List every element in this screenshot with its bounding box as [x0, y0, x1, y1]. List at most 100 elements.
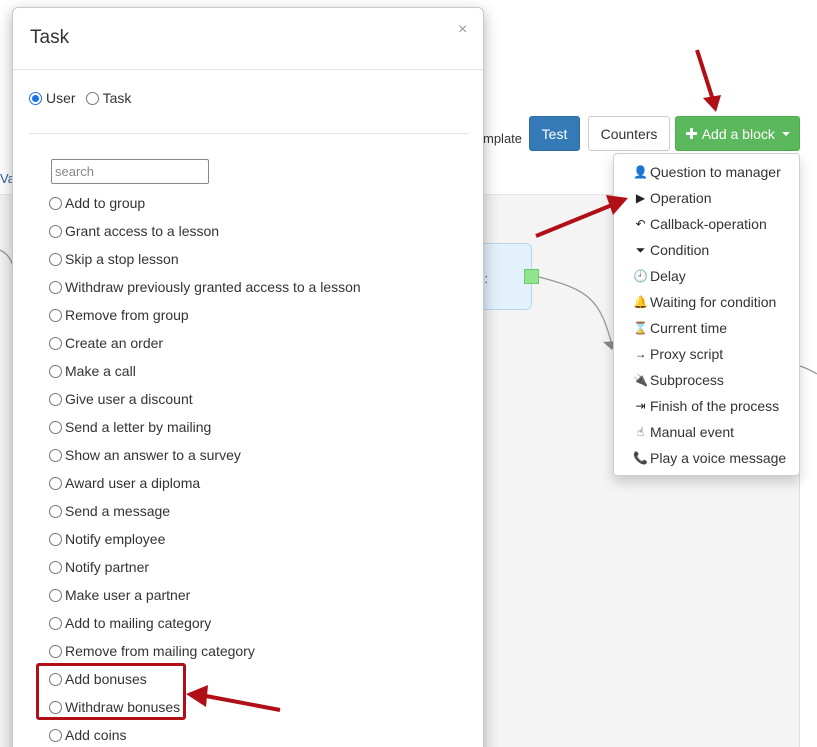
radio-button[interactable]: [49, 532, 62, 546]
radio-button[interactable]: [49, 588, 62, 602]
dropdown-item-label: Manual event: [650, 424, 735, 440]
dropdown-item-label: Subprocess: [650, 372, 724, 388]
radio-button[interactable]: [49, 224, 62, 238]
radio-button[interactable]: [49, 728, 62, 742]
task-option[interactable]: Notify employee: [49, 525, 361, 553]
radio-button[interactable]: [49, 476, 62, 490]
dropdown-item-play-a-voice-message[interactable]: 📞 Play a voice message: [614, 445, 799, 471]
task-option[interactable]: Grant access to a lesson: [49, 217, 361, 245]
task-option[interactable]: Add to mailing category: [49, 609, 361, 637]
task-option[interactable]: Add to group: [49, 189, 361, 217]
user-icon: 👤: [633, 165, 648, 179]
sign-out-icon: ⇥: [635, 399, 646, 413]
dropdown-item-delay[interactable]: 🕘 Delay: [614, 263, 799, 289]
radio-button[interactable]: [49, 448, 62, 462]
task-option[interactable]: Skip a stop lesson: [49, 245, 361, 273]
filter-icon: ⏷: [635, 242, 646, 257]
task-option[interactable]: Give user a discount: [49, 385, 361, 413]
dropdown-item-subprocess[interactable]: 🔌 Subprocess: [614, 367, 799, 393]
type-option-task[interactable]: Task: [85, 90, 131, 106]
task-option-label: Add to group: [65, 195, 146, 211]
add-block-dropdown: 👤 Question to manager ▶ Operation ↶ Callback-…: [613, 153, 800, 476]
radio-button[interactable]: [49, 308, 62, 322]
dropdown-item-label: Callback-operation: [650, 216, 767, 232]
radio-button[interactable]: [49, 644, 62, 658]
add-block-button[interactable]: ✚ Add a block: [675, 116, 800, 151]
dropdown-item-proxy-script[interactable]: → Proxy script: [614, 341, 799, 367]
caret-down-icon: [781, 131, 790, 136]
plus-icon: ✚: [685, 125, 698, 143]
radio-button[interactable]: [49, 392, 62, 406]
background-template-link[interactable]: mplate: [483, 131, 522, 146]
modal-header: Task ×: [13, 8, 483, 70]
divider: [29, 133, 469, 134]
screen: Va mplate s: Test Counters ✚ Add a block…: [0, 0, 817, 747]
dropdown-item-current-time[interactable]: ⌛ Current time: [614, 315, 799, 341]
radio-button[interactable]: [49, 364, 62, 378]
dropdown-item-label: Operation: [650, 190, 712, 206]
radio-button[interactable]: [49, 420, 62, 434]
hourglass-icon: ⌛: [633, 321, 648, 335]
dropdown-item-label: Condition: [650, 242, 710, 258]
task-option[interactable]: Withdraw previously granted access to a …: [49, 273, 361, 301]
task-option[interactable]: Send a letter by mailing: [49, 413, 361, 441]
counters-button[interactable]: Counters: [588, 116, 670, 151]
radio-button[interactable]: [49, 252, 62, 266]
radio-button[interactable]: [49, 336, 62, 350]
dropdown-item-label: Proxy script: [650, 346, 724, 362]
radio-button[interactable]: [49, 196, 62, 210]
dropdown-item-operation[interactable]: ▶ Operation: [614, 185, 799, 211]
phone-icon: 📞: [633, 451, 648, 465]
counters-button-label: Counters: [600, 125, 658, 142]
task-option[interactable]: Notify partner: [49, 553, 361, 581]
radio-button[interactable]: [85, 91, 99, 105]
search-input[interactable]: [51, 159, 209, 184]
dropdown-item-label: Question to manager: [650, 164, 781, 180]
plug-icon: 🔌: [633, 373, 648, 387]
hand-pointer-icon: ☝: [636, 425, 645, 439]
task-option-label: Notify partner: [65, 559, 150, 575]
task-modal: Task × User Task Add to group Grant access…: [12, 7, 484, 747]
type-option-user[interactable]: User: [29, 90, 76, 106]
task-option[interactable]: Award user a diploma: [49, 469, 361, 497]
task-option[interactable]: Remove from group: [49, 301, 361, 329]
dropdown-item-callback-operation[interactable]: ↶ Callback-operation: [614, 211, 799, 237]
play-icon: ▶: [635, 191, 646, 205]
task-option-label: Add coins: [65, 727, 127, 743]
task-option[interactable]: Add coins: [49, 721, 361, 747]
dropdown-item-label: Waiting for condition: [650, 294, 777, 310]
radio-button[interactable]: [49, 504, 62, 518]
radio-button[interactable]: [49, 560, 62, 574]
dropdown-item-label: Delay: [650, 268, 686, 284]
radio-button[interactable]: [49, 280, 62, 294]
task-option[interactable]: Remove from mailing category: [49, 637, 361, 665]
task-option-label: Notify employee: [65, 531, 166, 547]
task-option-label: Create an order: [65, 335, 164, 351]
node-output-port[interactable]: [524, 269, 539, 284]
close-icon[interactable]: ×: [458, 21, 467, 39]
task-option[interactable]: Show an answer to a survey: [49, 441, 361, 469]
task-option-label: Remove from mailing category: [65, 643, 255, 659]
type-option-label: User: [46, 90, 76, 106]
dropdown-item-waiting-for-condition[interactable]: 🔔 Waiting for condition: [614, 289, 799, 315]
task-option-label: Add to mailing category: [65, 615, 212, 631]
arrow-right-icon: →: [634, 347, 647, 361]
dropdown-item-manual-event[interactable]: ☝ Manual event: [614, 419, 799, 445]
dropdown-item-question-to-manager[interactable]: 👤 Question to manager: [614, 159, 799, 185]
radio-button[interactable]: [29, 91, 42, 105]
task-option[interactable]: Make user a partner: [49, 581, 361, 609]
task-option-label: Withdraw previously granted access to a …: [65, 279, 361, 295]
task-option[interactable]: Send a message: [49, 497, 361, 525]
task-option[interactable]: Make a call: [49, 357, 361, 385]
test-button-label: Test: [541, 125, 568, 142]
test-button[interactable]: Test: [529, 116, 580, 151]
task-option[interactable]: Create an order: [49, 329, 361, 357]
task-option-label: Remove from group: [65, 307, 189, 323]
add-block-label: Add a block: [701, 125, 775, 142]
dropdown-item-finish-of-the-process[interactable]: ⇥ Finish of the process: [614, 393, 799, 419]
task-option-label: Skip a stop lesson: [65, 251, 179, 267]
dropdown-item-condition[interactable]: ⏷ Condition: [614, 237, 799, 263]
radio-button[interactable]: [49, 616, 62, 630]
task-option-label: Send a message: [65, 503, 171, 519]
dropdown-item-label: Finish of the process: [650, 398, 780, 414]
